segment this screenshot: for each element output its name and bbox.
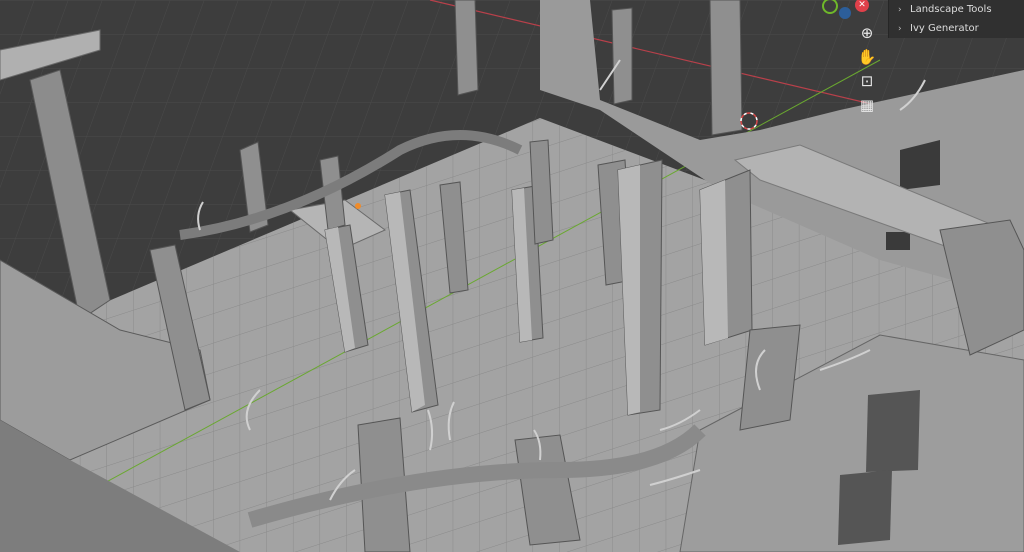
camera-icon[interactable]: ⊡ — [854, 70, 880, 92]
window — [866, 390, 920, 472]
close-icon: ✕ — [858, 0, 866, 10]
addon-panel: › Landscape Tools › Ivy Generator — [888, 0, 1024, 38]
pillar — [611, 7, 633, 105]
zoom-icon[interactable]: ⊕ — [854, 22, 880, 44]
pillar — [709, 0, 743, 136]
pillar — [739, 324, 801, 431]
panel-item-ivy-generator[interactable]: › Ivy Generator — [889, 19, 1024, 38]
light-object — [355, 203, 361, 209]
window — [838, 470, 892, 545]
navigation-tools: ⊕ ✋ ⊡ ▦ — [852, 22, 884, 118]
pillar — [454, 0, 479, 96]
panel-item-landscape-tools[interactable]: › Landscape Tools — [889, 0, 1024, 19]
pan-hand-icon[interactable]: ✋ — [854, 46, 880, 68]
chevron-right-icon: › — [898, 4, 902, 15]
window — [886, 232, 910, 250]
3d-viewport[interactable]: ✕ ⊕ ✋ ⊡ ▦ › Landscape Tools › Ivy Genera… — [0, 0, 1024, 552]
panel-item-label: Ivy Generator — [910, 23, 979, 34]
chevron-right-icon: › — [898, 23, 902, 34]
panel-item-label: Landscape Tools — [910, 4, 992, 15]
y-axis-gizmo[interactable] — [839, 7, 851, 19]
grid-icon[interactable]: ▦ — [854, 94, 880, 116]
